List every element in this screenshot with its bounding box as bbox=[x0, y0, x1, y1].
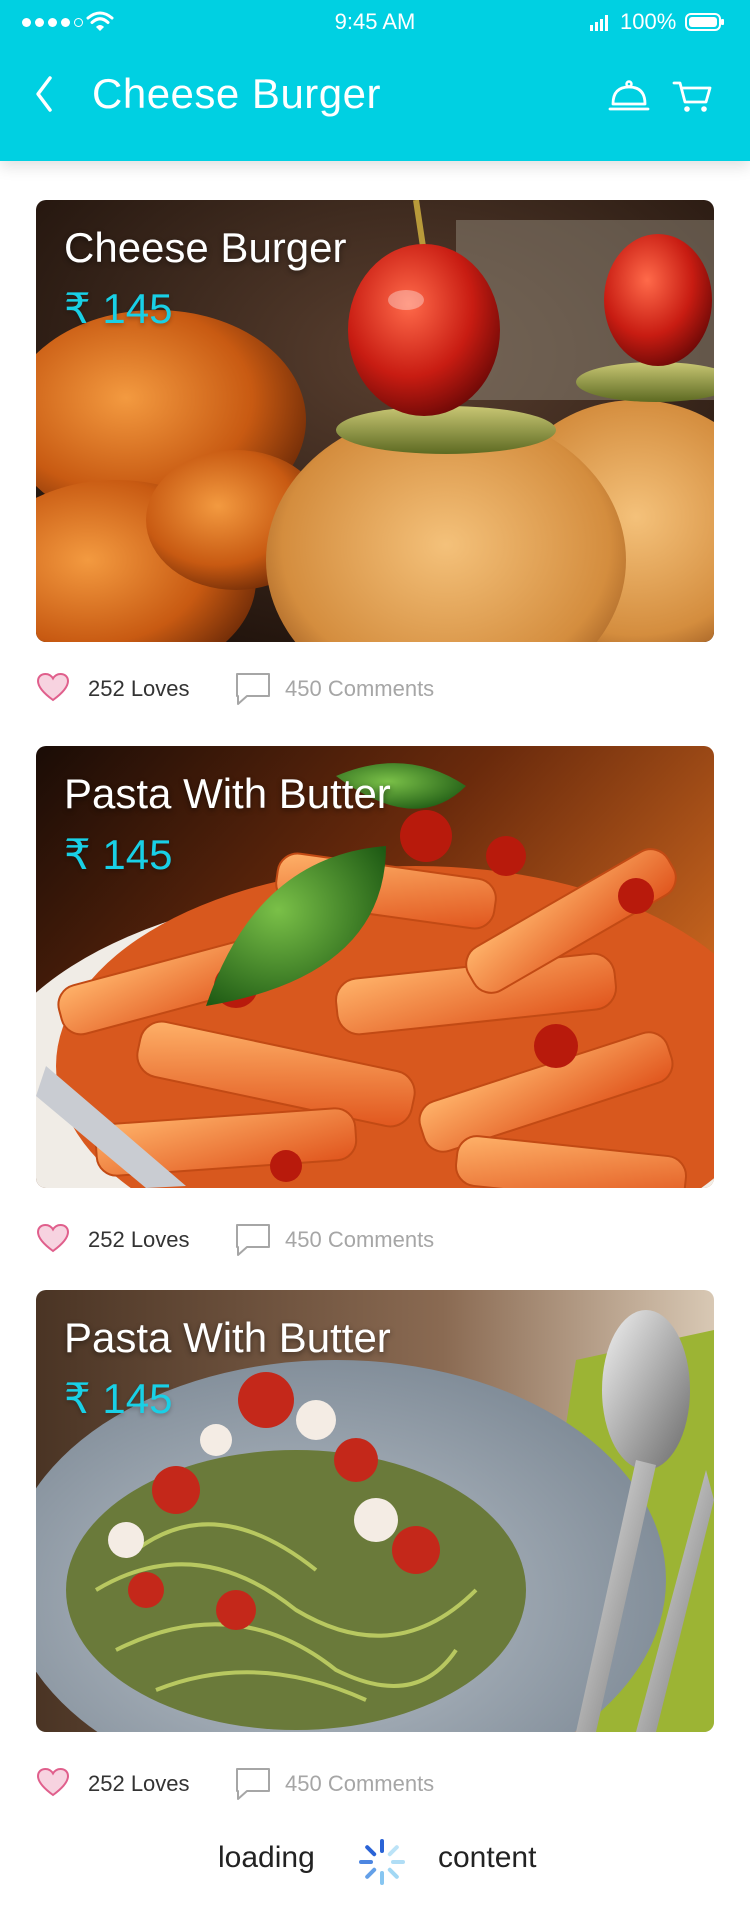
comment-icon[interactable] bbox=[235, 672, 271, 706]
battery-percent: 100% bbox=[620, 9, 677, 34]
battery-icon bbox=[685, 13, 724, 31]
food-card[interactable]: Pasta With Butter ₹ 145 bbox=[36, 1290, 714, 1732]
card-meta: 252 Loves 450 Comments bbox=[36, 668, 714, 708]
comment-icon[interactable] bbox=[235, 1767, 271, 1801]
comment-icon[interactable] bbox=[235, 1223, 271, 1257]
comments-count[interactable]: 450 Comments bbox=[285, 1771, 434, 1797]
spinner-icon bbox=[359, 1839, 405, 1885]
loves-count: 252 Loves bbox=[88, 1771, 190, 1796]
card-meta: 252 Loves 450 Comments bbox=[36, 1219, 714, 1259]
card-price: ₹ 145 bbox=[64, 285, 173, 332]
cart-icon[interactable] bbox=[672, 78, 714, 114]
loading-label-right: content bbox=[438, 1841, 537, 1874]
card-title: Pasta With Butter bbox=[64, 1314, 391, 1361]
loading-label-left: loading bbox=[218, 1841, 315, 1874]
food-card[interactable]: Cheese Burger ₹ 145 bbox=[36, 200, 714, 642]
page-title: Cheese Burger bbox=[92, 70, 381, 117]
comments-count[interactable]: 450 Comments bbox=[285, 676, 434, 702]
loves-count: 252 Loves bbox=[88, 1227, 190, 1252]
card-title: Pasta With Butter bbox=[64, 770, 391, 817]
heart-icon[interactable] bbox=[36, 1223, 70, 1253]
room-service-icon[interactable] bbox=[608, 78, 650, 114]
status-bar: 9:45 AM 100% bbox=[0, 0, 750, 44]
loves-count: 252 Loves bbox=[88, 676, 190, 701]
heart-icon[interactable] bbox=[36, 672, 70, 702]
heart-icon[interactable] bbox=[36, 1767, 70, 1797]
food-card[interactable]: Pasta With Butter ₹ 145 bbox=[36, 746, 714, 1188]
signal-bars-icon bbox=[590, 15, 608, 31]
card-price: ₹ 145 bbox=[64, 831, 173, 878]
loading-indicator: loading content bbox=[0, 1835, 750, 1895]
card-price: ₹ 145 bbox=[64, 1375, 173, 1422]
comments-count[interactable]: 450 Comments bbox=[285, 1227, 434, 1253]
app-header: 9:45 AM 100% Cheese Burger bbox=[0, 0, 750, 161]
card-meta: 252 Loves 450 Comments bbox=[36, 1763, 714, 1803]
back-arrow-icon[interactable] bbox=[28, 70, 68, 120]
card-title: Cheese Burger bbox=[64, 224, 347, 271]
